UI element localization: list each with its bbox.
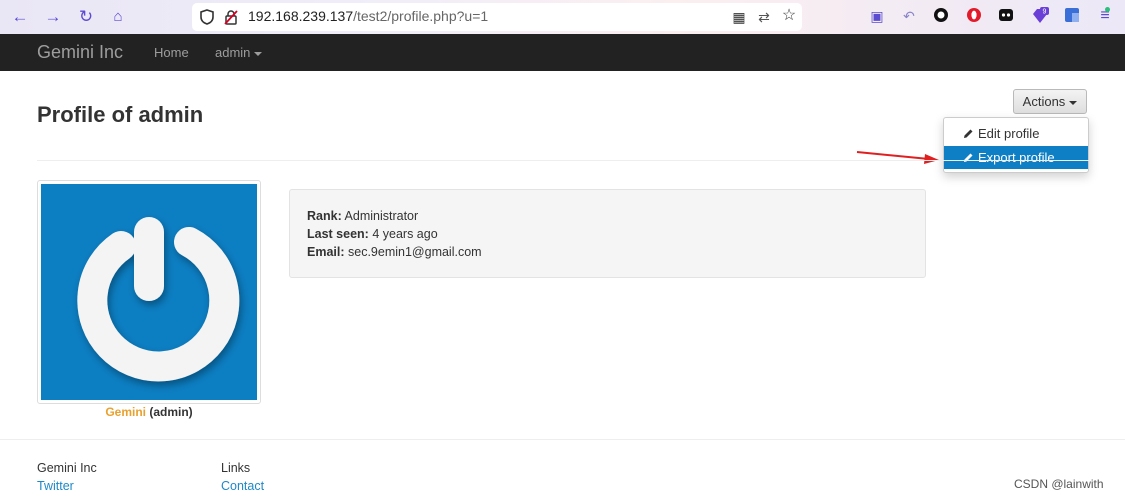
nav-user-menu[interactable]: admin [215, 45, 263, 60]
bookmark-star-icon[interactable]: ☆ [780, 7, 798, 25]
edit-profile-label: Edit profile [978, 126, 1040, 141]
footer-divider [0, 439, 1125, 440]
extension-badge: 9 [1043, 9, 1047, 16]
nav-user-label: admin [215, 45, 251, 60]
watermark: CSDN @lainwith [1014, 477, 1104, 491]
export-profile-label: Export profile [978, 150, 1055, 165]
footer-col-company: Gemini Inc Twitter [37, 461, 97, 493]
home-icon[interactable]: ⌂ [108, 7, 128, 27]
actions-button[interactable]: Actions [1013, 89, 1087, 114]
caret-down-icon [1069, 100, 1078, 105]
insecure-lock-icon[interactable] [224, 9, 238, 25]
gem-extension-icon[interactable]: 9 [1031, 7, 1049, 25]
page-title: Profile of admin [37, 102, 204, 127]
record-icon[interactable] [932, 7, 950, 25]
profile-info-panel: Rank: Administrator Last seen: 4 years a… [289, 189, 926, 278]
footer-twitter-link[interactable]: Twitter [37, 479, 97, 493]
nav-home-link[interactable]: Home [154, 45, 189, 60]
shield-icon[interactable] [200, 9, 214, 25]
forward-arrow-icon[interactable]: → [43, 7, 63, 27]
actions-label: Actions [1022, 94, 1066, 109]
navbar-brand[interactable]: Gemini Inc [37, 42, 123, 63]
back-arrow-icon[interactable]: ← [10, 7, 30, 27]
crop-icon[interactable]: ▣ [868, 7, 886, 25]
red-annotation-arrow-icon [856, 151, 939, 164]
divider [37, 160, 1089, 161]
undo-icon[interactable]: ↶ [900, 7, 918, 25]
gemini-power-logo-icon [77, 217, 240, 382]
export-profile-item[interactable]: Export profile [944, 146, 1088, 169]
url-text: 192.168.239.137/test2/profile.php?u=1 [248, 8, 489, 24]
footer-links-title: Links [221, 461, 251, 475]
email-row: Email: sec.9emin1@gmail.com [307, 245, 482, 259]
actions-dropdown-menu: Edit profile Export profile [943, 117, 1089, 173]
avatar-caption: Gemini (admin) [37, 405, 261, 419]
pencil-icon [964, 129, 973, 138]
caret-down-icon [254, 51, 263, 56]
qr-code-icon[interactable]: ▦ [730, 8, 748, 26]
extension-icon[interactable] [997, 7, 1015, 25]
avatar-thumbnail [37, 180, 261, 404]
pencil-icon [964, 153, 973, 162]
rank-row: Rank: Administrator [307, 209, 419, 223]
footer-col-links: Links Contact [221, 461, 264, 493]
reload-icon[interactable]: ↻ [76, 7, 96, 27]
footer-contact-link[interactable]: Contact [221, 479, 264, 493]
caption-name: Gemini [105, 405, 146, 419]
caption-user: (admin) [149, 405, 193, 419]
site-navbar: Gemini Inc Home admin [0, 34, 1125, 71]
translate-icon[interactable]: ⇄ [755, 8, 773, 26]
browser-toolbar: ← → ↻ ⌂ 192.168.239.137/test2/profile.ph… [0, 0, 1125, 34]
edit-profile-item[interactable]: Edit profile [944, 122, 1088, 145]
last-seen-row: Last seen: 4 years ago [307, 227, 438, 241]
address-bar[interactable]: 192.168.239.137/test2/profile.php?u=1 ▦ … [192, 3, 802, 31]
translate-extension-icon[interactable] [1063, 7, 1081, 25]
update-dot-icon [1105, 7, 1110, 12]
footer-company-title: Gemini Inc [37, 461, 97, 475]
avatar [41, 184, 257, 400]
opera-icon[interactable] [965, 7, 983, 25]
